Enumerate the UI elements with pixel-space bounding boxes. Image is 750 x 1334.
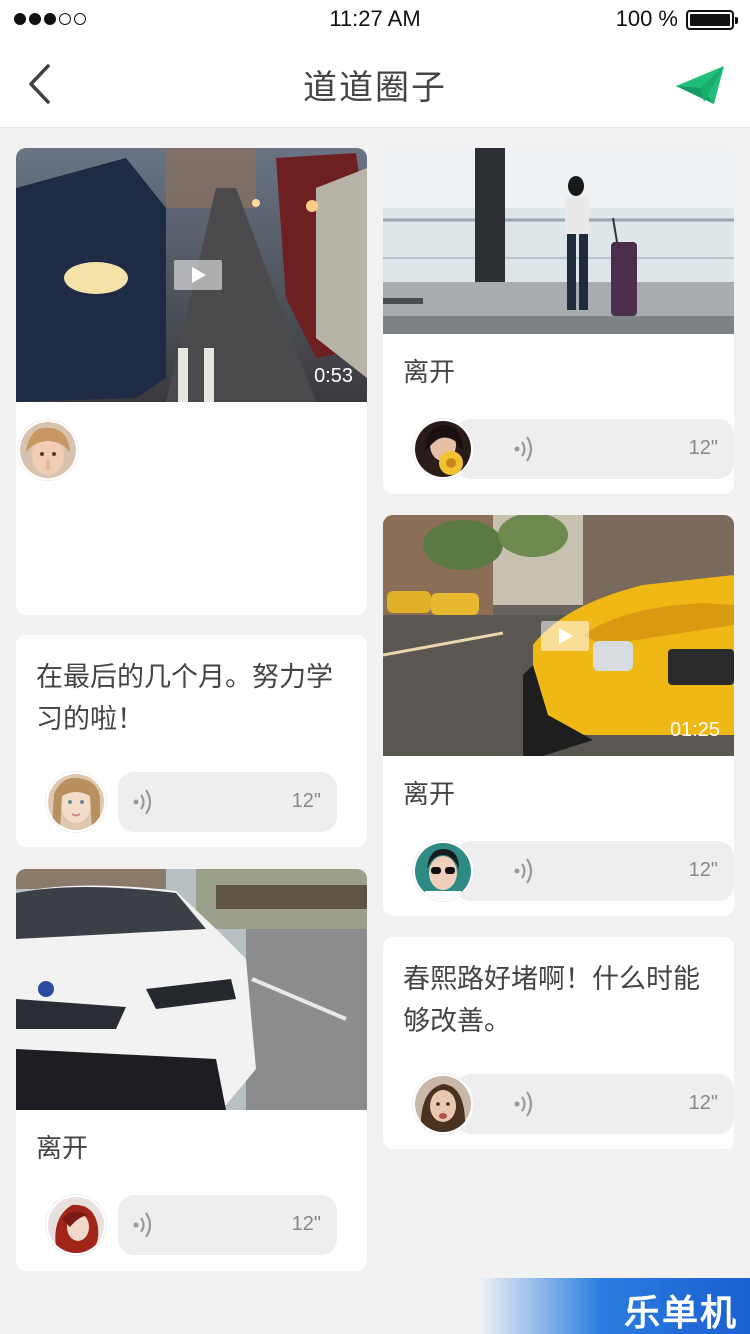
watermark-text: 乐单机	[623, 1293, 738, 1334]
voice-duration: 12"	[688, 859, 718, 881]
post-card-text[interactable]: 春熙路好堵啊！什么时能够改善。 12"	[383, 937, 734, 1149]
post-caption: 离开	[403, 780, 456, 810]
post-text: 在最后的几个月。努力学习的啦！	[36, 662, 333, 735]
video-thumbnail[interactable]: 01:25	[383, 515, 734, 756]
voice-bubble[interactable]: 12"	[455, 841, 734, 901]
battery-icon	[686, 10, 738, 30]
voice-bubble[interactable]: 12"	[455, 419, 734, 479]
post-card-photo[interactable]: 离开 12"	[383, 148, 734, 494]
paper-plane-icon	[676, 66, 724, 104]
post-card-text[interactable]: 在最后的几个月。努力学习的啦！ 12"	[16, 635, 367, 847]
voice-bubble[interactable]: 12"	[118, 772, 337, 832]
avatar[interactable]	[413, 419, 473, 479]
post-card-video[interactable]: 01:25 离开 12"	[383, 515, 734, 916]
voice-message[interactable]: 12"	[413, 419, 734, 479]
audio-wave-icon	[514, 858, 533, 884]
avatar[interactable]	[413, 1074, 473, 1134]
voice-message[interactable]: 12"	[413, 841, 734, 901]
post-caption: 离开	[403, 358, 456, 388]
post-caption: 离开	[36, 1134, 89, 1164]
video-duration: 0:53	[314, 365, 353, 387]
status-bar: 11:27 AM 100 %	[0, 0, 750, 40]
video-thumbnail[interactable]: 0:53	[16, 148, 367, 402]
voice-duration: 12"	[291, 1213, 321, 1235]
watermark: 乐单机	[478, 1278, 750, 1334]
play-icon[interactable]	[541, 621, 589, 651]
avatar[interactable]	[413, 841, 473, 901]
video-duration: 01:25	[669, 719, 720, 741]
post-card-photo[interactable]: 离开 12"	[16, 869, 367, 1271]
send-button[interactable]	[674, 64, 726, 108]
voice-duration: 12"	[688, 437, 718, 459]
post-card-video[interactable]: 0:53	[16, 148, 367, 615]
voice-message[interactable]: 12"	[46, 772, 337, 832]
audio-wave-icon	[133, 1212, 152, 1238]
audio-wave-icon	[514, 1091, 533, 1117]
page-title: 道道圈子	[303, 68, 447, 108]
voice-duration: 12"	[688, 1092, 718, 1114]
audio-wave-icon	[514, 436, 533, 462]
avatar[interactable]	[46, 772, 106, 832]
battery-percentage: 100 %	[615, 6, 678, 31]
audio-wave-icon	[133, 789, 152, 815]
voice-message[interactable]: 12"	[413, 1074, 734, 1134]
voice-duration: 12"	[291, 790, 321, 812]
voice-message[interactable]: 12"	[46, 1195, 337, 1255]
photo[interactable]	[16, 869, 367, 1110]
voice-bubble[interactable]: 12"	[118, 1195, 337, 1255]
photo[interactable]	[383, 148, 734, 334]
avatar[interactable]	[18, 420, 78, 480]
voice-bubble[interactable]: 12"	[455, 1074, 734, 1134]
navigation-bar: 道道圈子	[0, 40, 750, 128]
post-text: 春熙路好堵啊！什么时能够改善。	[403, 964, 700, 1037]
avatar[interactable]	[46, 1195, 106, 1255]
play-icon[interactable]	[174, 260, 222, 290]
